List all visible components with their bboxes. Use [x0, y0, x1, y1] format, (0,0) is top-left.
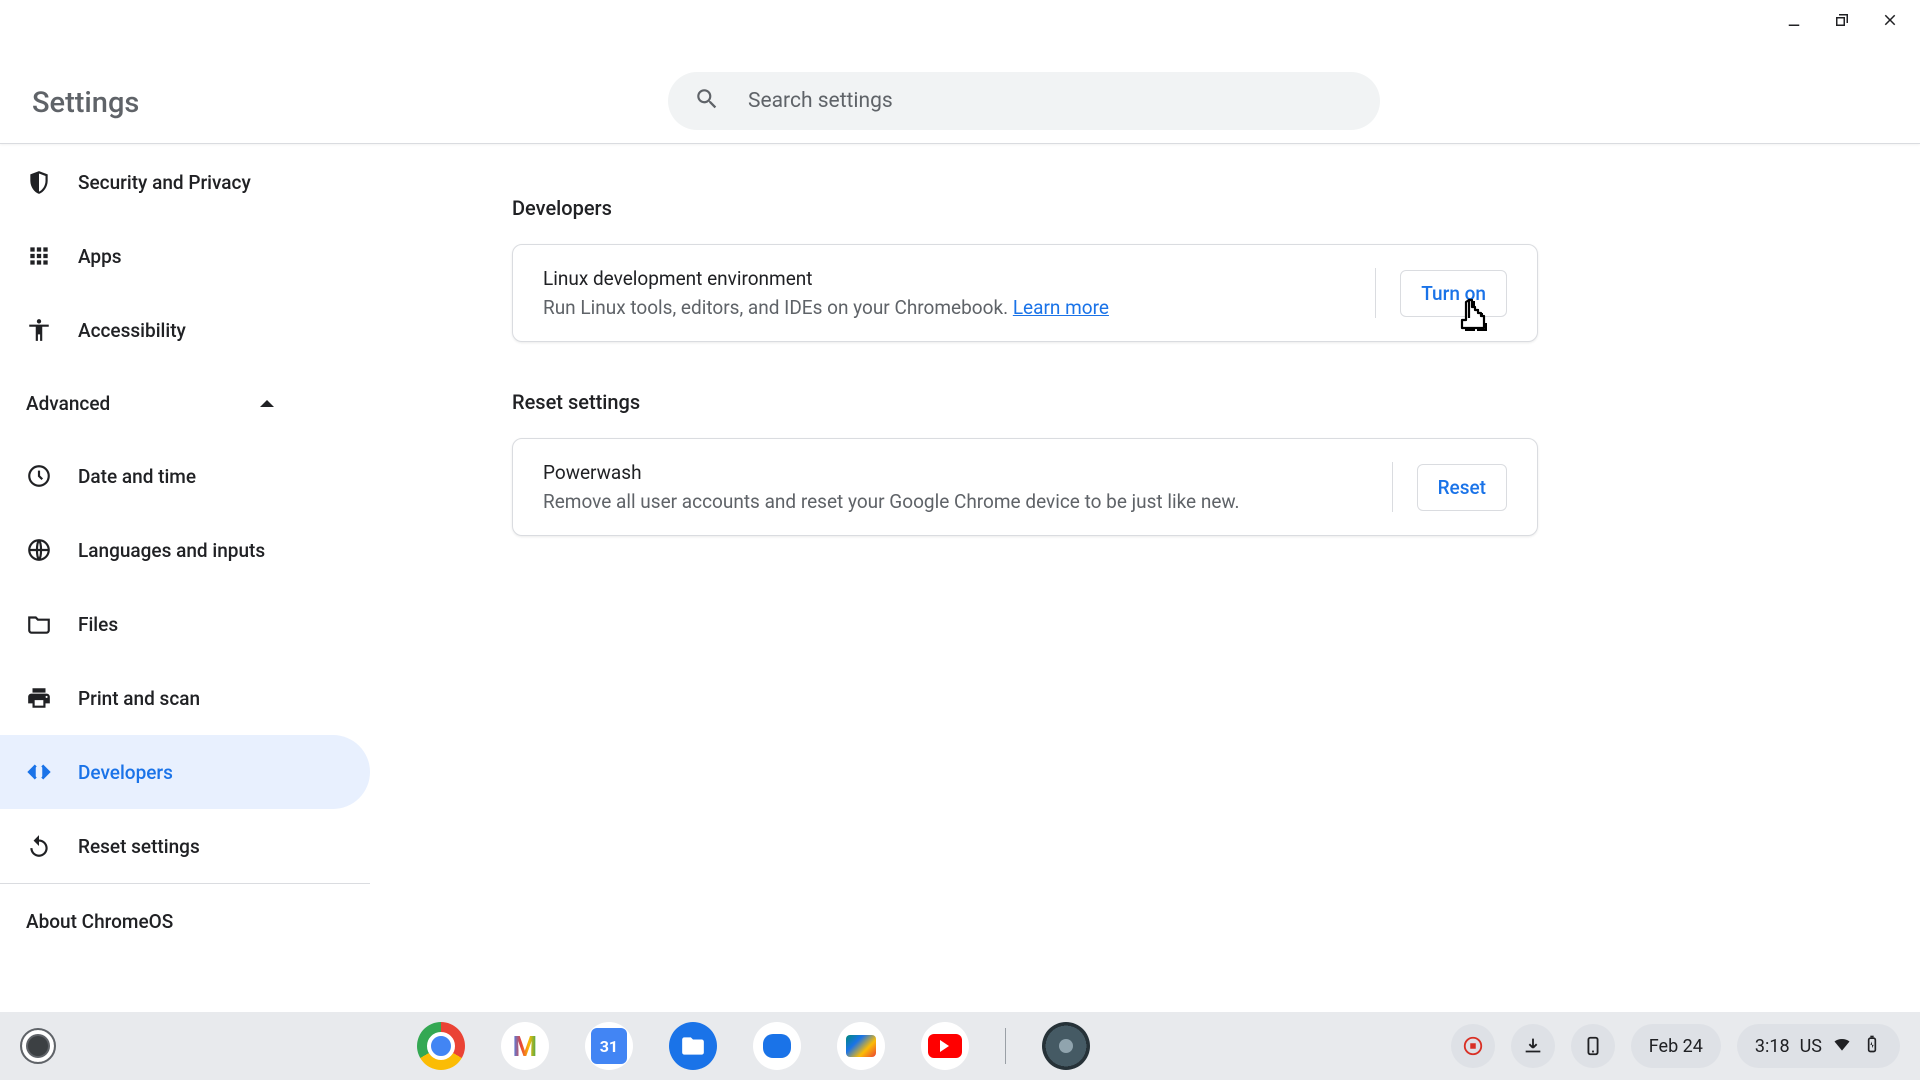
shelf-date: Feb 24 [1649, 1036, 1703, 1057]
minimize-button[interactable] [1784, 10, 1804, 30]
screen-record-indicator[interactable] [1451, 1024, 1495, 1068]
sidebar-item-print-scan[interactable]: Print and scan [0, 661, 370, 735]
developers-heading: Developers [512, 196, 1538, 220]
shield-icon [26, 169, 52, 195]
sidebar-item-about-chromeos[interactable]: About ChromeOS [0, 884, 370, 958]
battery-icon [1862, 1034, 1882, 1059]
shelf-right: Feb 24 3:18 US [1451, 1024, 1900, 1068]
sidebar-item-developers[interactable]: Developers [0, 735, 370, 809]
downloads-tray-icon[interactable] [1511, 1024, 1555, 1068]
globe-icon [26, 537, 52, 563]
date-pill[interactable]: Feb 24 [1631, 1024, 1721, 1068]
reset-icon [26, 833, 52, 859]
shelf-app-messages[interactable] [753, 1022, 801, 1070]
phone-hub-icon[interactable] [1571, 1024, 1615, 1068]
page-title: Settings [32, 86, 139, 120]
shelf-app-files[interactable] [669, 1022, 717, 1070]
sidebar-item-date-time[interactable]: Date and time [0, 439, 370, 513]
sidebar-item-label: Reset settings [78, 835, 200, 858]
shelf-app-chrome[interactable] [417, 1022, 465, 1070]
code-icon [26, 759, 52, 785]
linux-card-subtitle: Run Linux tools, editors, and IDEs on yo… [543, 296, 1109, 319]
shelf-apps [417, 1022, 1090, 1070]
shelf-locale: US [1800, 1036, 1822, 1057]
sidebar-item-label: Date and time [78, 465, 196, 488]
status-tray[interactable]: 3:18 US [1737, 1024, 1900, 1068]
powerwash-subtitle: Remove all user accounts and reset your … [543, 490, 1240, 513]
card-divider [1375, 268, 1376, 318]
shelf-app-youtube[interactable] [921, 1022, 969, 1070]
sidebar-item-label: Security and Privacy [78, 171, 251, 194]
linux-subtitle-text: Run Linux tools, editors, and IDEs on yo… [543, 296, 1013, 319]
launcher-button[interactable] [20, 1028, 56, 1064]
sidebar-item-security-privacy[interactable]: Security and Privacy [0, 145, 370, 219]
search-icon [694, 86, 720, 116]
accessibility-icon [26, 317, 52, 343]
card-divider [1392, 462, 1393, 512]
window-controls [1784, 10, 1900, 30]
close-button[interactable] [1880, 10, 1900, 30]
advanced-label: Advanced [26, 392, 110, 415]
sidebar-item-languages[interactable]: Languages and inputs [0, 513, 370, 587]
sidebar-item-label: Files [78, 613, 118, 636]
linux-card-title: Linux development environment [543, 267, 1109, 290]
sidebar-item-reset-settings[interactable]: Reset settings [0, 809, 370, 883]
card-text-block: Powerwash Remove all user accounts and r… [543, 461, 1240, 513]
sidebar-item-label: Languages and inputs [78, 539, 265, 562]
powerwash-title: Powerwash [543, 461, 1240, 484]
reset-heading: Reset settings [512, 390, 1538, 414]
shelf-app-gmail[interactable] [501, 1022, 549, 1070]
wifi-icon [1832, 1034, 1852, 1059]
sidebar-item-label: Accessibility [78, 319, 186, 342]
sidebar-item-label: Apps [78, 245, 122, 268]
sidebar-advanced-toggle[interactable]: Advanced [0, 367, 370, 439]
sidebar-item-apps[interactable]: Apps [0, 219, 370, 293]
shelf-time: 3:18 [1755, 1036, 1790, 1057]
shelf-app-settings[interactable] [1042, 1022, 1090, 1070]
top-bar: Settings [0, 0, 1920, 144]
turn-on-button[interactable]: Turn on [1400, 270, 1507, 317]
linux-dev-card: Linux development environment Run Linux … [512, 244, 1538, 342]
shelf: Feb 24 3:18 US [0, 1012, 1920, 1080]
shelf-app-calendar[interactable] [585, 1022, 633, 1070]
search-container[interactable] [668, 72, 1380, 130]
sidebar-item-accessibility[interactable]: Accessibility [0, 293, 370, 367]
shelf-app-meet[interactable] [837, 1022, 885, 1070]
folder-icon [26, 611, 52, 637]
clock-icon [26, 463, 52, 489]
sidebar-item-label: Print and scan [78, 687, 200, 710]
maximize-button[interactable] [1832, 10, 1852, 30]
learn-more-link[interactable]: Learn more [1013, 296, 1109, 319]
reset-button[interactable]: Reset [1417, 464, 1507, 511]
printer-icon [26, 685, 52, 711]
chevron-up-icon [260, 400, 274, 407]
about-label: About ChromeOS [26, 910, 173, 933]
sidebar: Security and Privacy Apps Accessibility … [0, 144, 370, 1012]
sidebar-item-files[interactable]: Files [0, 587, 370, 661]
sidebar-item-label: Developers [78, 761, 173, 784]
shelf-divider [1005, 1028, 1006, 1064]
powerwash-card: Powerwash Remove all user accounts and r… [512, 438, 1538, 536]
search-input[interactable] [748, 89, 1354, 113]
apps-icon [26, 243, 52, 269]
main-content: Developers Linux development environment… [512, 180, 1538, 584]
card-text-block: Linux development environment Run Linux … [543, 267, 1109, 319]
